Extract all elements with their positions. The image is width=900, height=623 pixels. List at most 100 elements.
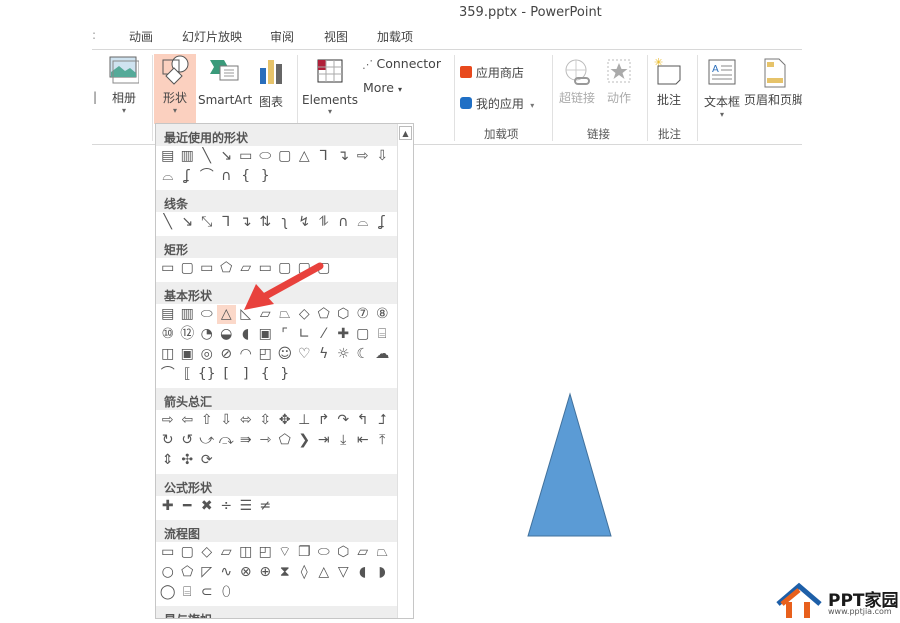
shape-triangle-icon[interactable]: △ bbox=[295, 147, 315, 166]
connector-button[interactable]: ⋰ Connector bbox=[362, 56, 441, 71]
shape-up-down-arrow-icon[interactable]: ⇳ bbox=[256, 411, 276, 430]
shape-brace-left-icon[interactable]: { bbox=[256, 365, 276, 384]
shape-textbox-icon[interactable]: ▤ bbox=[158, 147, 178, 166]
shape-data-icon[interactable]: ▱ bbox=[217, 543, 237, 562]
smartart-button[interactable]: SmartArt bbox=[198, 58, 252, 107]
shape-collate-icon[interactable]: ⧗ bbox=[275, 563, 295, 582]
shape-display-icon[interactable]: ⬯ bbox=[217, 583, 237, 602]
shape-half-frame-icon[interactable]: ⌜ bbox=[275, 325, 295, 344]
shape-sort-icon[interactable]: ◊ bbox=[295, 563, 315, 582]
shape-elbow-icon[interactable]: ⅂ bbox=[314, 147, 334, 166]
scroll-up-button[interactable]: ▲ bbox=[399, 126, 412, 140]
shape-rounded-rect-icon[interactable]: ▢ bbox=[275, 147, 295, 166]
shape-no-symbol-icon[interactable]: ⊘ bbox=[217, 345, 237, 364]
shape-card-icon[interactable]: ◸ bbox=[197, 563, 217, 582]
shape-bent-arrow-icon[interactable]: ↱ bbox=[314, 411, 334, 430]
shape-right-arrow-icon[interactable]: ⇨ bbox=[353, 147, 373, 166]
shape-bracket-left-icon[interactable]: [ bbox=[217, 365, 237, 384]
shape-teardrop-icon[interactable]: ◖ bbox=[236, 325, 256, 344]
shape-vtextbox-icon[interactable]: ▥ bbox=[178, 147, 198, 166]
shape-freeform-icon[interactable]: ⌓ bbox=[353, 213, 373, 232]
shape-elbow-arrow-icon[interactable]: ↴ bbox=[236, 213, 256, 232]
shape-left-right-up-arrow-icon[interactable]: ⊥ bbox=[295, 411, 315, 430]
hyperlink-button[interactable]: 超链接 bbox=[558, 58, 596, 106]
shape-scribble-icon[interactable]: ʆ bbox=[373, 213, 393, 232]
shape-up-callout-icon[interactable]: ⤒ bbox=[373, 431, 393, 450]
shape-line-icon[interactable]: ╲ bbox=[158, 213, 178, 232]
shape-block-arc-icon[interactable]: ◠ bbox=[236, 345, 256, 364]
shape-u-turn-arrow-icon[interactable]: ↷ bbox=[334, 411, 354, 430]
tab-animations[interactable]: 动画 bbox=[129, 28, 153, 45]
shape-minus-icon[interactable]: ━ bbox=[178, 497, 198, 516]
shape-can-icon[interactable]: ⌸ bbox=[373, 325, 393, 344]
shape-extract-icon[interactable]: △ bbox=[314, 563, 334, 582]
shape-curved-right-icon[interactable]: ↻ bbox=[158, 431, 178, 450]
shape-double-bracket-icon[interactable]: ⟦ bbox=[178, 365, 198, 384]
shape-down-callout-icon[interactable]: ⤓ bbox=[334, 431, 354, 450]
shape-scribble-icon[interactable]: ʆ bbox=[178, 167, 198, 186]
shape-curved-left-icon[interactable]: ↺ bbox=[178, 431, 198, 450]
shape-arrow-line-icon[interactable]: ↘ bbox=[178, 213, 198, 232]
shape-preparation-icon[interactable]: ⬡ bbox=[334, 543, 354, 562]
shape-arc-icon[interactable]: ⌒ bbox=[158, 365, 178, 384]
action-button[interactable]: 动作 bbox=[604, 58, 634, 106]
shape-up-down-callout-icon[interactable]: ⇕ bbox=[158, 451, 178, 470]
shape-alt-process-icon[interactable]: ▢ bbox=[178, 543, 198, 562]
shape-merge-icon[interactable]: ▽ bbox=[334, 563, 354, 582]
shape-or-icon[interactable]: ⊕ bbox=[256, 563, 276, 582]
shape-double-brace-icon[interactable]: {} bbox=[197, 365, 217, 384]
shape-internal-storage-icon[interactable]: ◰ bbox=[256, 543, 276, 562]
shape-oval-icon[interactable]: ⬭ bbox=[197, 305, 217, 324]
shape-brace-right-icon[interactable]: } bbox=[275, 365, 295, 384]
shape-notched-right-icon[interactable]: ⇾ bbox=[256, 431, 276, 450]
shapes-button[interactable]: 形状 ▾ bbox=[154, 54, 196, 124]
shape-smiley-icon[interactable]: ☺ bbox=[275, 345, 295, 364]
shape-heptagon-icon[interactable]: ⑦ bbox=[353, 305, 373, 324]
shape-curve-icon[interactable]: ∩ bbox=[334, 213, 354, 232]
shape-chord-icon[interactable]: ◒ bbox=[217, 325, 237, 344]
shape-connector-icon[interactable]: ○ bbox=[158, 563, 178, 582]
shape-equal-icon[interactable]: ☰ bbox=[236, 497, 256, 516]
shape-direct-access-icon[interactable]: ⊂ bbox=[197, 583, 217, 602]
shape-left-right-arrow-icon[interactable]: ⬄ bbox=[236, 411, 256, 430]
shape-hexagon-icon[interactable]: ⬡ bbox=[334, 305, 354, 324]
shape-offpage-icon[interactable]: ⬠ bbox=[178, 563, 198, 582]
shape-down-arrow-icon[interactable]: ⇩ bbox=[373, 147, 393, 166]
shape-striped-right-icon[interactable]: ⇛ bbox=[236, 431, 256, 450]
elements-button[interactable]: Elements ▾ bbox=[302, 58, 358, 116]
more-button[interactable]: More ▾ bbox=[363, 80, 402, 95]
shape-down-arrow-icon[interactable]: ⇩ bbox=[217, 411, 237, 430]
shape-curved-up-icon[interactable]: ⤻ bbox=[197, 431, 217, 450]
shape-curve-double-arrow-icon[interactable]: ⥮ bbox=[314, 213, 334, 232]
shape-right-callout-icon[interactable]: ⇥ bbox=[314, 431, 334, 450]
shape-manual-input-icon[interactable]: ⏥ bbox=[353, 543, 373, 562]
shape-vtextbox-icon[interactable]: ▥ bbox=[178, 305, 198, 324]
shape-plaque-icon[interactable]: ▢ bbox=[353, 325, 373, 344]
shape-delay-icon[interactable]: ◗ bbox=[373, 563, 393, 582]
partial-button[interactable]: | bbox=[92, 90, 98, 104]
shape-sequential-icon[interactable]: ◯ bbox=[158, 583, 178, 602]
shape-rect-icon[interactable]: ▭ bbox=[236, 147, 256, 166]
shape-sun-icon[interactable]: ☼ bbox=[334, 345, 354, 364]
shape-magnetic-disk-icon[interactable]: ⌸ bbox=[178, 583, 198, 602]
shape-decagon-icon[interactable]: ⑩ bbox=[158, 325, 178, 344]
shape-not-equal-icon[interactable]: ≠ bbox=[256, 497, 276, 516]
tab-slideshow[interactable]: 幻灯片放映 bbox=[182, 28, 242, 45]
shape-rounded-rect-icon[interactable]: ▢ bbox=[178, 259, 198, 278]
shape-octagon-icon[interactable]: ⑧ bbox=[373, 305, 393, 324]
tab-view[interactable]: 视图 bbox=[324, 28, 348, 45]
shape-bevel-icon[interactable]: ▣ bbox=[178, 345, 198, 364]
shape-freeform-icon[interactable]: ⌓ bbox=[158, 167, 178, 186]
shape-left-up-arrow-icon[interactable]: ↰ bbox=[353, 411, 373, 430]
shape-terminator-icon[interactable]: ⬭ bbox=[314, 543, 334, 562]
shape-punched-tape-icon[interactable]: ∿ bbox=[217, 563, 237, 582]
shape-chevron-icon[interactable]: ❯ bbox=[295, 431, 315, 450]
shape-multidocument-icon[interactable]: ❐ bbox=[295, 543, 315, 562]
shape-frame-icon[interactable]: ▣ bbox=[256, 325, 276, 344]
shape-heart-icon[interactable]: ♡ bbox=[295, 345, 315, 364]
shape-curved-down-icon[interactable]: ⤼ bbox=[217, 431, 237, 450]
app-store-button[interactable]: 应用商店 bbox=[460, 64, 524, 81]
shape-l-shape-icon[interactable]: ∟ bbox=[295, 325, 315, 344]
shape-pie-icon[interactable]: ◔ bbox=[197, 325, 217, 344]
shape-oval-icon[interactable]: ⬭ bbox=[256, 147, 276, 166]
